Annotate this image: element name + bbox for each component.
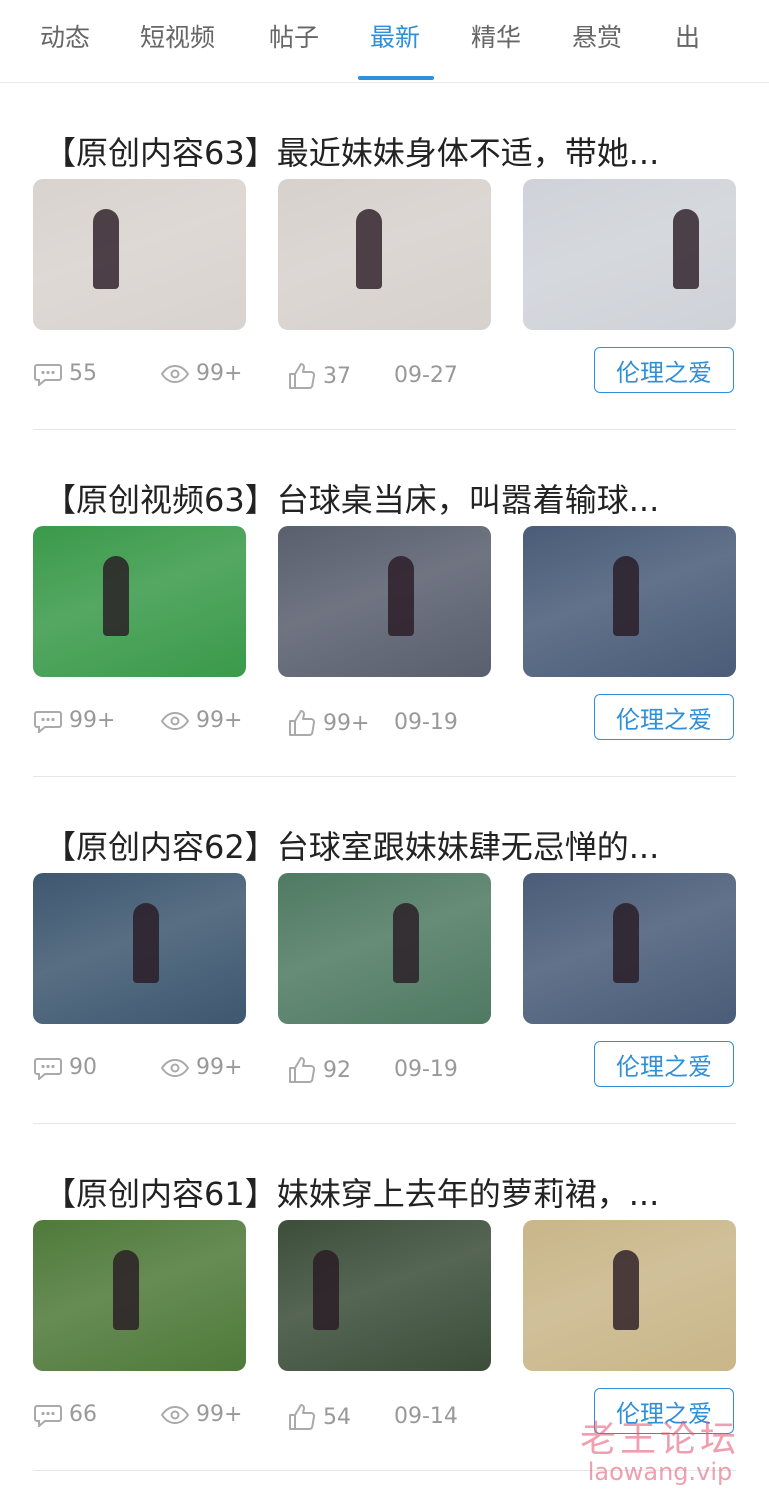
post-title[interactable]: 【原创视频63】台球桌当床，叫嚣着输球... — [44, 475, 734, 521]
watermark-title: 老王论坛 — [579, 1419, 740, 1460]
post-thumbnail-2[interactable] — [278, 1220, 491, 1371]
view-count: 99+ — [160, 361, 242, 386]
comment-count: 90 — [33, 1055, 97, 1080]
photo-figure — [313, 1250, 339, 1330]
eye-icon — [160, 1056, 190, 1080]
like-count-value: 54 — [323, 1404, 351, 1430]
tab-4[interactable]: 精华 — [471, 18, 521, 54]
comment-icon — [33, 1056, 63, 1080]
comment-icon — [33, 362, 63, 386]
view-count-value: 99+ — [196, 708, 243, 733]
post-item[interactable]: 【原创视频63】台球桌当床，叫嚣着输球... 99+ 99+ 99+ 09-19 伦理之爱 — [0, 430, 769, 777]
post-thumbnail-1[interactable] — [33, 873, 246, 1024]
post-thumbnail-3[interactable] — [523, 179, 736, 330]
photo-figure — [113, 1250, 139, 1330]
comment-count: 99+ — [33, 708, 115, 733]
comment-count-value: 99+ — [69, 708, 116, 733]
like-count[interactable]: 54 — [287, 1402, 351, 1432]
eye-icon — [160, 709, 190, 733]
like-count[interactable]: 92 — [287, 1055, 351, 1085]
category-tag[interactable]: 伦理之爱 — [594, 347, 734, 393]
category-tag[interactable]: 伦理之爱 — [594, 1041, 734, 1087]
watermark-url: laowang.vip — [587, 1458, 733, 1486]
post-date: 09-19 — [394, 1057, 458, 1082]
post-thumbnail-1[interactable] — [33, 179, 246, 330]
photo-figure — [388, 556, 414, 636]
view-count-value: 99+ — [196, 361, 243, 386]
view-count: 99+ — [160, 708, 242, 733]
photo-figure — [103, 556, 129, 636]
tab-bar: 动态 短视频 帖子 最新 精华 悬赏 出 — [0, 0, 769, 83]
post-item[interactable]: 【原创内容62】台球室跟妹妹肆无忌惮的... 90 99+ 92 09-19 伦理之爱 — [0, 777, 769, 1124]
like-icon — [287, 1055, 317, 1085]
view-count-value: 99+ — [196, 1055, 243, 1080]
post-title[interactable]: 【原创内容61】妹妹穿上去年的萝莉裙，... — [44, 1169, 734, 1215]
comment-count-value: 66 — [69, 1402, 97, 1427]
like-icon — [287, 361, 317, 391]
post-thumbnail-2[interactable] — [278, 526, 491, 677]
like-count-value: 92 — [323, 1057, 351, 1083]
photo-figure — [393, 903, 419, 983]
post-date: 09-14 — [394, 1404, 458, 1429]
comment-count-value: 90 — [69, 1055, 97, 1080]
like-count[interactable]: 99+ — [287, 708, 369, 738]
photo-figure — [673, 209, 699, 289]
category-tag[interactable]: 伦理之爱 — [594, 694, 734, 740]
photo-figure — [613, 1250, 639, 1330]
tab-0[interactable]: 动态 — [40, 18, 90, 54]
eye-icon — [160, 362, 190, 386]
watermark: 老王论坛 laowang.vip — [560, 1410, 760, 1486]
like-icon — [287, 708, 317, 738]
post-thumbnail-3[interactable] — [523, 873, 736, 1024]
post-thumbnail-2[interactable] — [278, 873, 491, 1024]
post-title[interactable]: 【原创内容62】台球室跟妹妹肆无忌惮的... — [44, 822, 734, 868]
comment-count: 55 — [33, 361, 97, 386]
post-item[interactable]: 【原创内容63】最近妹妹身体不适，带她... 55 99+ 37 09-27 伦理之爱 — [0, 83, 769, 430]
tab-1[interactable]: 短视频 — [140, 18, 215, 54]
like-count-value: 37 — [323, 363, 351, 389]
comment-icon — [33, 1403, 63, 1427]
photo-figure — [93, 209, 119, 289]
comment-count: 66 — [33, 1402, 97, 1427]
post-title[interactable]: 【原创内容63】最近妹妹身体不适，带她... — [44, 128, 734, 174]
post-thumbnail-3[interactable] — [523, 1220, 736, 1371]
tab-2[interactable]: 帖子 — [269, 18, 319, 54]
comment-icon — [33, 709, 63, 733]
post-thumbnail-2[interactable] — [278, 179, 491, 330]
post-thumbnail-1[interactable] — [33, 1220, 246, 1371]
photo-figure — [613, 903, 639, 983]
like-icon — [287, 1402, 317, 1432]
view-count-value: 99+ — [196, 1402, 243, 1427]
post-thumbnail-1[interactable] — [33, 526, 246, 677]
like-count[interactable]: 37 — [287, 361, 351, 391]
view-count: 99+ — [160, 1402, 242, 1427]
post-thumbnail-3[interactable] — [523, 526, 736, 677]
tab-5[interactable]: 悬赏 — [572, 18, 622, 54]
like-count-value: 99+ — [323, 710, 370, 736]
eye-icon — [160, 1403, 190, 1427]
tab-3[interactable]: 最新 — [370, 18, 420, 54]
photo-figure — [613, 556, 639, 636]
photo-figure — [133, 903, 159, 983]
tab-6[interactable]: 出 — [675, 18, 700, 54]
post-date: 09-19 — [394, 710, 458, 735]
view-count: 99+ — [160, 1055, 242, 1080]
post-date: 09-27 — [394, 363, 458, 388]
photo-figure — [356, 209, 382, 289]
active-tab-indicator — [358, 76, 434, 80]
comment-count-value: 55 — [69, 361, 97, 386]
